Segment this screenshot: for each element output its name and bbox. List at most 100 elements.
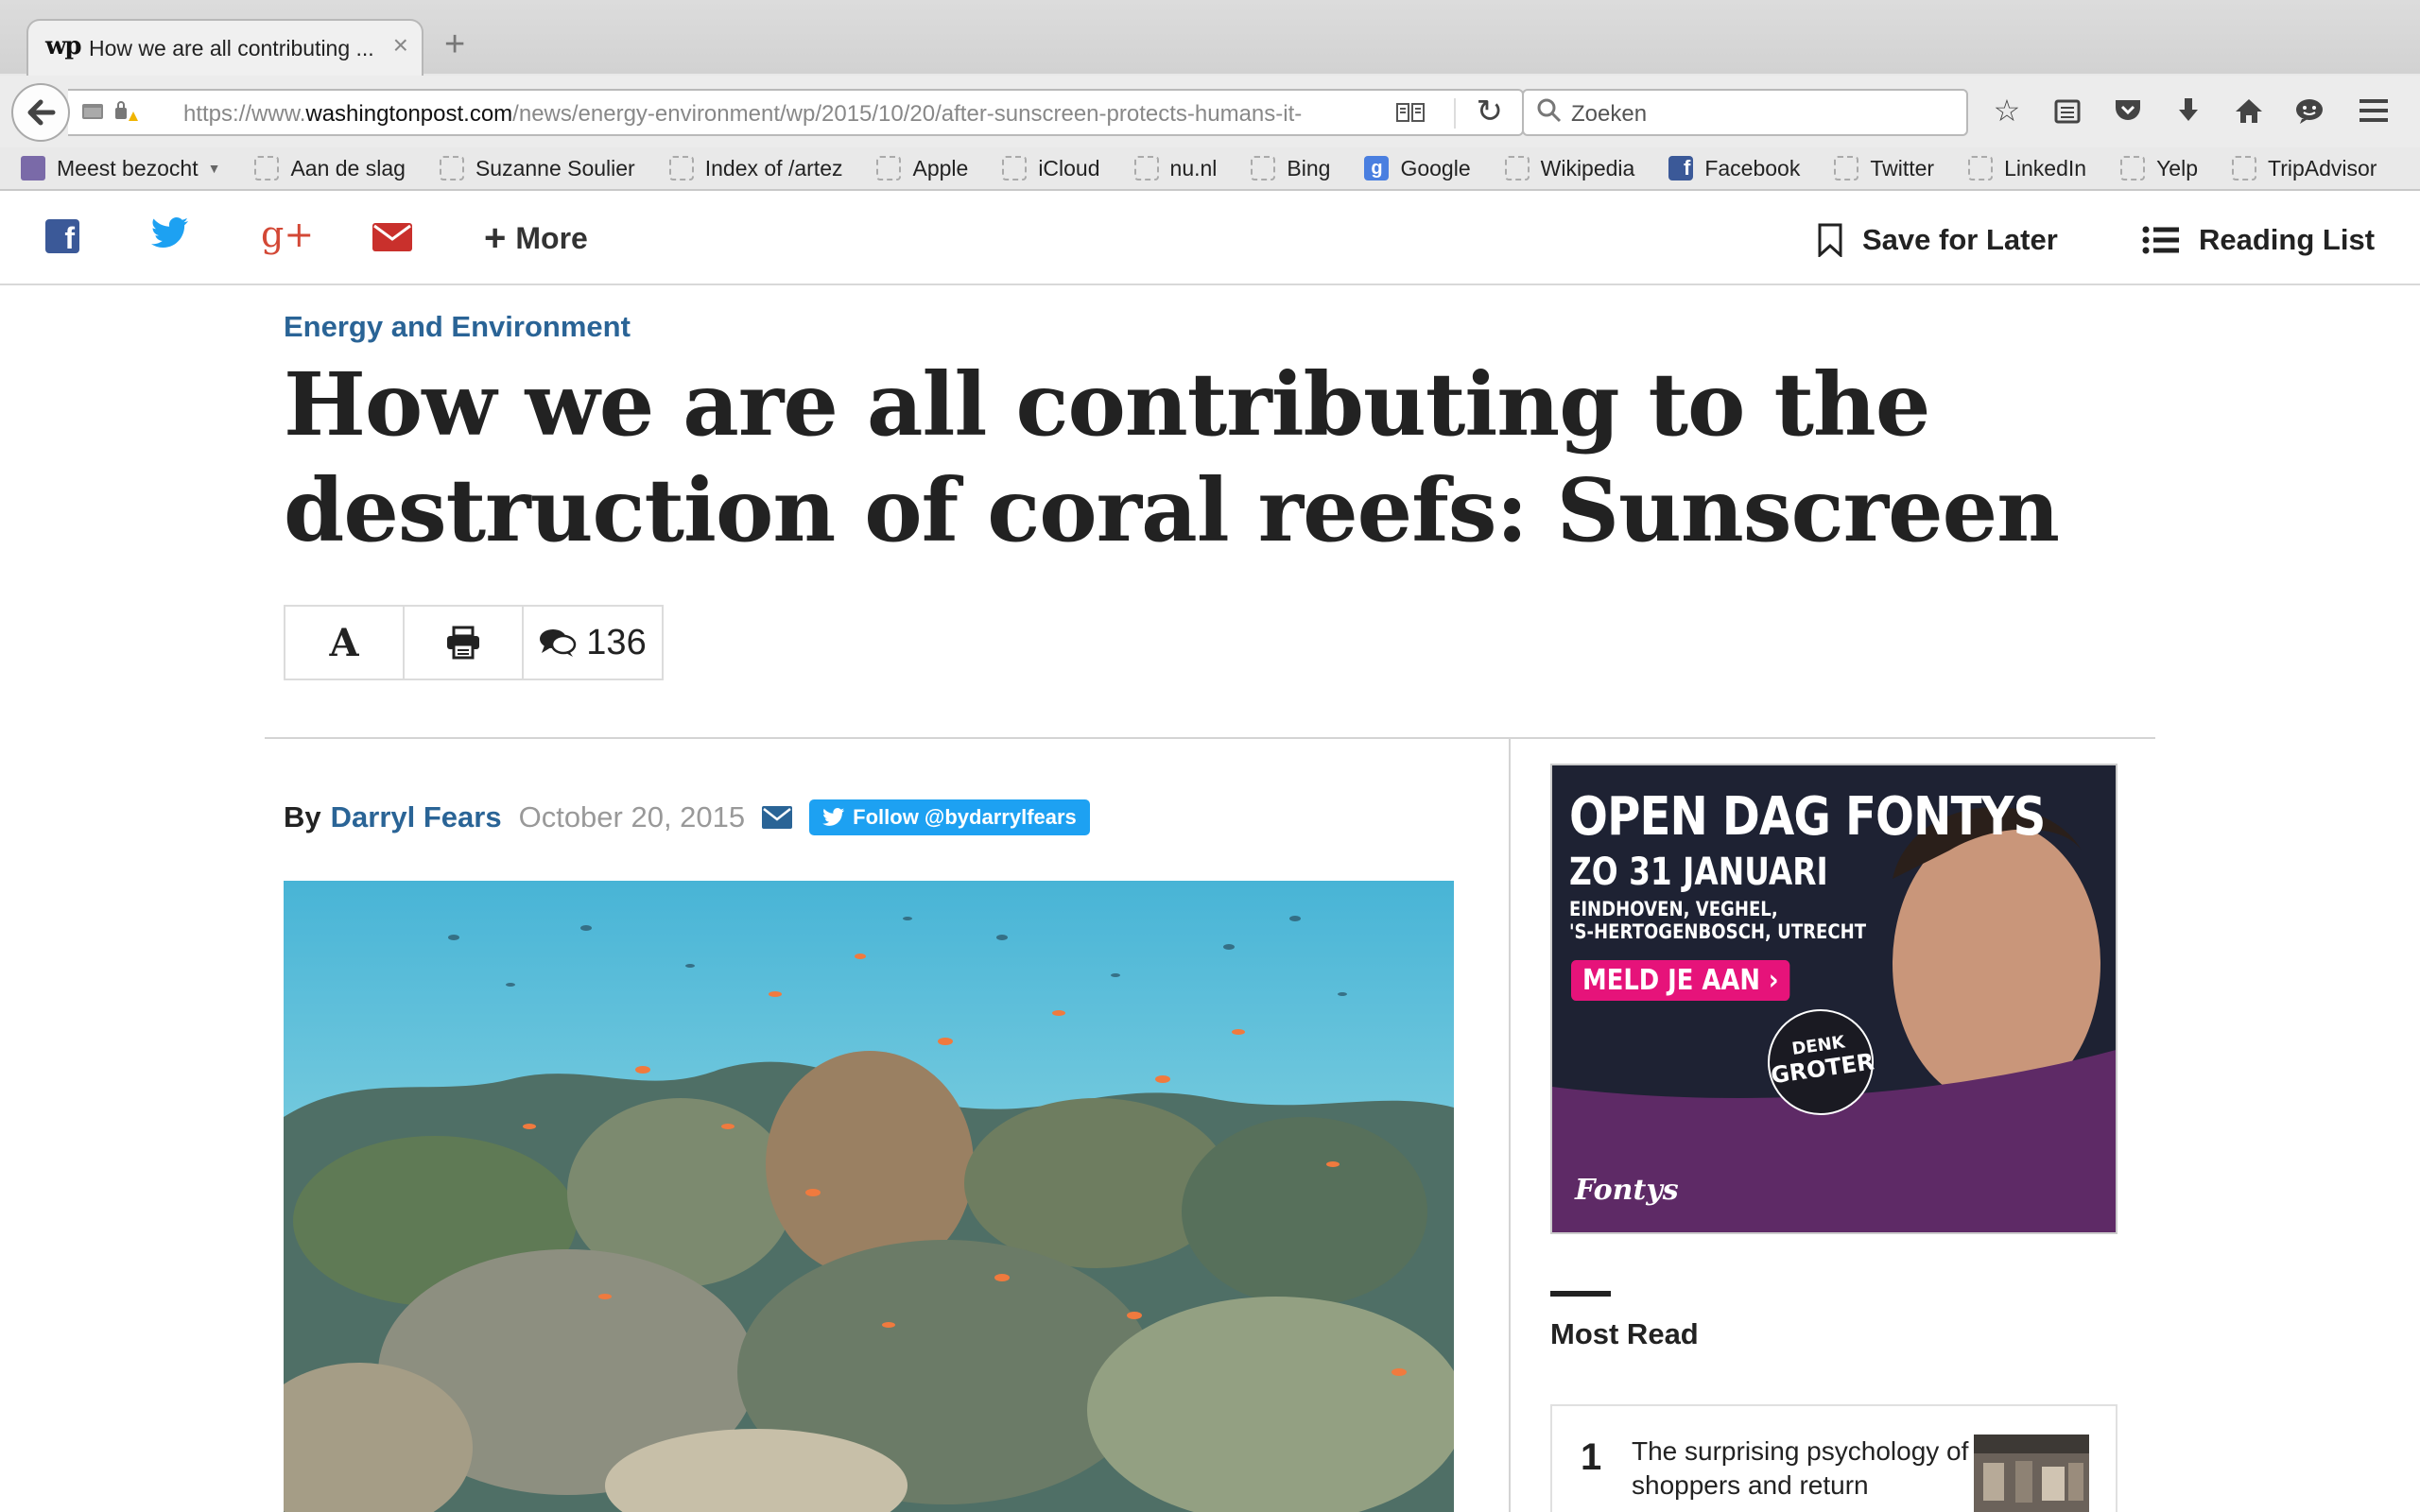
bookmark-index-artez[interactable]: Index of /artez <box>668 156 842 181</box>
folder-icon <box>21 156 45 180</box>
mixed-content-warning-icon[interactable] <box>113 100 138 123</box>
bookmark-tripadvisor[interactable]: TripAdvisor <box>2232 156 2377 181</box>
column-divider <box>1509 739 1511 1512</box>
tab-close-icon[interactable]: × <box>393 30 408 60</box>
bookmark-icloud[interactable]: iCloud <box>1002 156 1100 181</box>
tab-strip: wp How we are all contributing ... × + <box>0 0 2420 76</box>
bookmarks-toolbar: Meest bezocht ▼ Aan de slag Suzanne Soul… <box>0 147 2420 189</box>
back-button[interactable] <box>11 83 70 142</box>
bookmark-wikipedia[interactable]: Wikipedia <box>1504 156 1634 181</box>
washington-post-favicon-icon: wp <box>45 32 82 60</box>
page-icon <box>876 156 902 180</box>
author-link[interactable]: Darryl Fears <box>331 800 502 834</box>
bookmark-aan-de-slag[interactable]: Aan de slag <box>254 156 406 181</box>
url-text[interactable]: https://www.washingtonpost.com/news/ener… <box>183 101 1422 128</box>
search-bar[interactable]: Zoeken <box>1522 89 1968 136</box>
bookmark-bing[interactable]: Bing <box>1251 156 1330 181</box>
ad-cities: EINDHOVEN, VEGHEL, 'S-HERTOGENBOSCH, UTRE… <box>1569 898 1867 943</box>
by-label: By <box>284 800 321 833</box>
coral-reef-photo <box>284 881 1454 1512</box>
url-separator <box>1454 98 1456 129</box>
bookmark-star-icon[interactable]: ☆ <box>1985 89 2029 132</box>
article-tools: A 136 <box>284 605 664 680</box>
most-read-headline[interactable]: The surprising psychology of shoppers an… <box>1632 1435 1991 1503</box>
print-icon <box>447 626 479 660</box>
bookmark-yelp[interactable]: Yelp <box>2120 156 2198 181</box>
navigation-bar: https://www.washingtonpost.com/news/ener… <box>0 76 2420 147</box>
print-button[interactable] <box>405 607 524 679</box>
share-bar: f g+ + More Save for Later Reading List <box>0 191 2420 285</box>
google-plus-share-icon[interactable]: g+ <box>261 214 314 255</box>
bookmarks-list-icon[interactable] <box>2046 89 2089 132</box>
list-icon <box>2142 226 2179 254</box>
back-arrow-icon <box>27 99 56 126</box>
page-icon <box>439 156 464 180</box>
page-icon <box>1002 156 1028 180</box>
reader-view-icon[interactable] <box>1395 100 1426 131</box>
twitter-bird-icon <box>822 808 845 826</box>
twitter-follow-button[interactable]: Follow @bydarrylfears <box>809 799 1090 835</box>
most-read-rank: 1 <box>1581 1436 1602 1478</box>
facebook-icon: f <box>1668 156 1694 180</box>
reload-icon[interactable]: ↻ <box>1477 93 1504 130</box>
more-share-button[interactable]: + More <box>484 219 588 257</box>
comment-count: 136 <box>586 622 647 662</box>
page-icon <box>1251 156 1276 180</box>
bookmark-ribbon-icon <box>1818 223 1842 257</box>
bookmark-meest-bezocht[interactable]: Meest bezocht ▼ <box>21 156 220 181</box>
reading-list-button[interactable]: Reading List <box>2142 223 2375 257</box>
fontys-logo: Fontys <box>1575 1174 1679 1207</box>
home-icon[interactable] <box>2227 89 2271 132</box>
bookmark-apple[interactable]: Apple <box>876 156 968 181</box>
fontys-advertisement[interactable]: OPEN DAG FONTYS ZO 31 JANUARI EINDHOVEN,… <box>1550 764 2118 1234</box>
bookmark-google[interactable]: g Google <box>1364 156 1471 181</box>
most-read-title: Most Read <box>1550 1317 1699 1350</box>
pocket-icon[interactable] <box>2106 89 2150 132</box>
tab-title: How we are all contributing ... <box>89 36 374 60</box>
save-for-later-button[interactable]: Save for Later <box>1817 223 2058 257</box>
site-info-icon[interactable] <box>81 100 106 123</box>
comments-button[interactable]: 136 <box>524 607 662 679</box>
url-bar[interactable]: https://www.washingtonpost.com/news/ener… <box>68 89 1524 136</box>
search-placeholder: Zoeken <box>1571 101 1648 127</box>
search-icon <box>1537 98 1562 123</box>
url-identity-icons <box>81 100 138 123</box>
hamburger-menu-icon[interactable] <box>2358 93 2390 132</box>
bookmark-suzanne-soulier[interactable]: Suzanne Soulier <box>439 156 635 181</box>
browser-chrome: wp How we are all contributing ... × + h… <box>0 0 2420 191</box>
new-tab-button[interactable]: + <box>444 26 465 62</box>
plus-icon: + <box>484 217 507 259</box>
toolbar-icons: ☆ <box>1985 89 2331 132</box>
page-icon <box>1504 156 1530 180</box>
facebook-share-icon[interactable]: f <box>45 219 79 253</box>
most-read-thumbnail[interactable] <box>1974 1435 2089 1512</box>
google-icon: g <box>1364 156 1390 180</box>
email-share-icon[interactable] <box>372 223 412 256</box>
downloads-icon[interactable] <box>2167 89 2210 132</box>
ad-headline: OPEN DAG FONTYS <box>1569 786 2046 848</box>
bookmark-linkedin[interactable]: LinkedIn <box>1968 156 2086 181</box>
most-read-item[interactable]: 1 The surprising psychology of shoppers … <box>1550 1404 2118 1512</box>
page-icon <box>668 156 694 180</box>
page-icon <box>1834 156 1859 180</box>
comments-icon <box>540 629 577 657</box>
bookmark-facebook[interactable]: f Facebook <box>1668 156 1800 181</box>
page-icon <box>2232 156 2256 180</box>
bookmark-twitter[interactable]: Twitter <box>1834 156 1934 181</box>
hello-chat-icon[interactable] <box>2288 89 2331 132</box>
byline: By Darryl Fears October 20, 2015 Follow … <box>284 799 1090 835</box>
most-read-rule <box>1550 1291 1611 1297</box>
article-headline: How we are all contributing to the destr… <box>284 353 2060 561</box>
ad-date: ZO 31 JANUARI <box>1569 850 1828 894</box>
ad-signup-button[interactable]: MELD JE AAN › <box>1571 960 1790 1001</box>
page-icon <box>2120 156 2146 180</box>
twitter-share-icon[interactable] <box>150 217 189 254</box>
chevron-down-icon: ▼ <box>207 161 221 176</box>
page-icon <box>1133 156 1159 180</box>
bookmark-nu-nl[interactable]: nu.nl <box>1133 156 1217 181</box>
section-kicker-link[interactable]: Energy and Environment <box>284 310 631 344</box>
email-author-icon[interactable] <box>762 806 793 829</box>
tab-active[interactable]: wp How we are all contributing ... × <box>26 19 424 76</box>
font-size-button[interactable]: A <box>285 607 405 679</box>
page-icon <box>254 156 280 180</box>
